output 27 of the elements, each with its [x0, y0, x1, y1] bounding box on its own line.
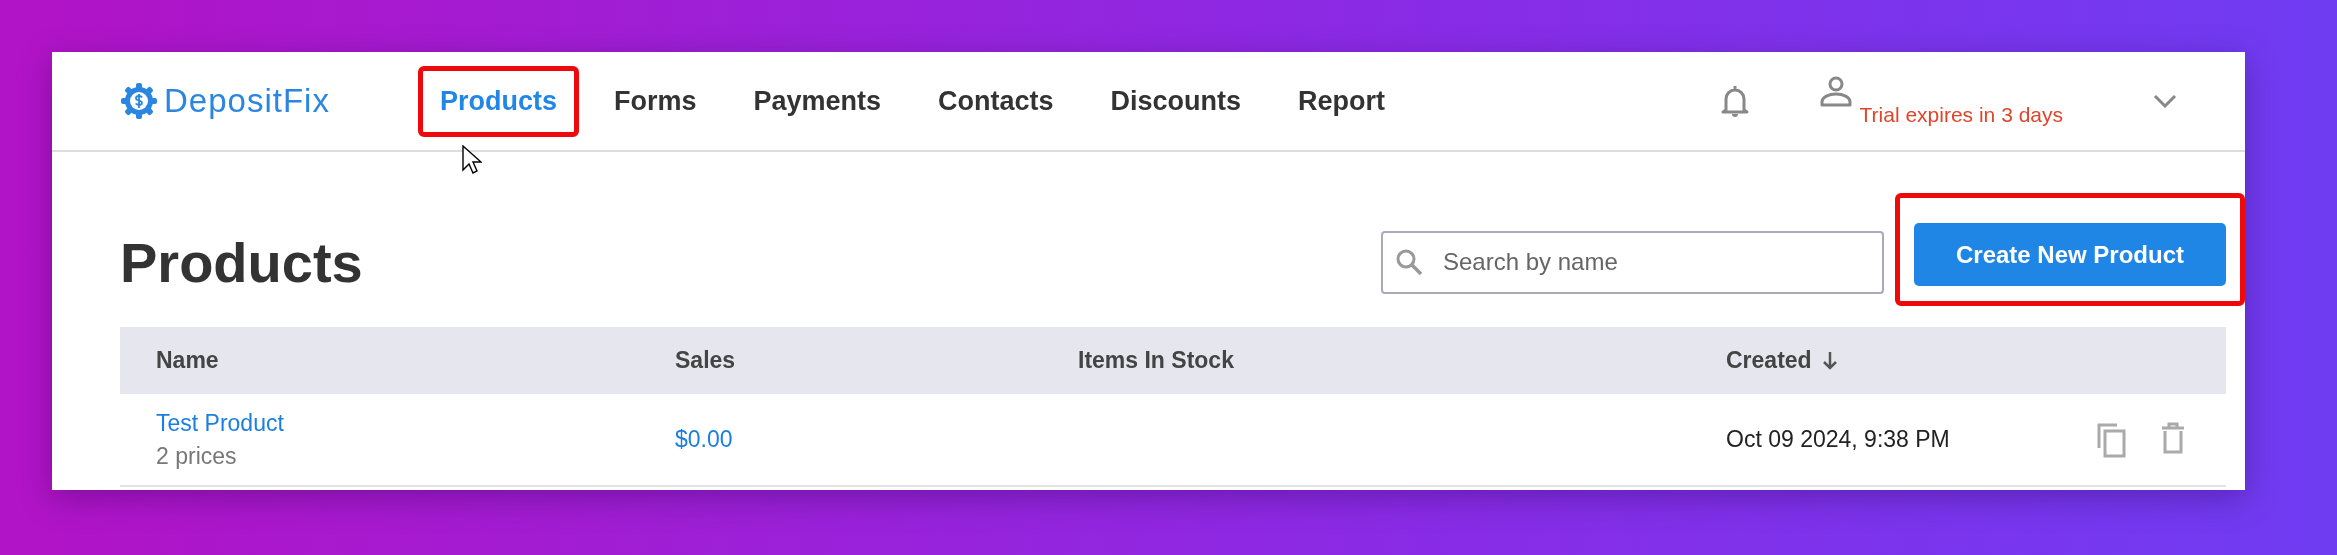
gear-dollar-icon [120, 82, 158, 120]
logo-text: DepositFix [164, 82, 330, 120]
column-header[interactable]: Created [1690, 347, 2060, 374]
nav-tab[interactable]: Report [1284, 83, 1400, 119]
mouse-pointer-icon [462, 145, 482, 175]
search-field[interactable]: Search by name [1381, 230, 1884, 294]
column-header[interactable]: Sales [639, 347, 1042, 374]
user-icon[interactable] [1819, 75, 1852, 107]
bell-icon[interactable] [1719, 84, 1750, 118]
page-title: Products [120, 229, 364, 295]
nav-tab[interactable]: Discounts [1096, 83, 1256, 119]
create-product-button[interactable]: Create New Product [1914, 223, 2226, 286]
trial-notice: Trial expires in 3 days [1859, 103, 2063, 127]
search-icon [1395, 247, 1423, 276]
nav-tab[interactable]: Contacts [924, 83, 1068, 119]
nav-tab[interactable]: Products [425, 83, 571, 119]
nav-tab[interactable]: Payments [739, 83, 896, 119]
product-name-link[interactable]: Test Product [156, 409, 639, 437]
created-date: Oct 09 2024, 9:38 PM [1725, 426, 1951, 453]
column-header[interactable]: Items In Stock [1042, 347, 1690, 374]
trash-icon[interactable] [2160, 421, 2186, 454]
chevron-down-icon[interactable] [2153, 94, 2177, 108]
column-header[interactable]: Name [120, 347, 639, 374]
copy-icon[interactable] [2096, 421, 2126, 458]
nav-tab[interactable]: Forms [599, 83, 711, 119]
sales-link[interactable]: $0.00 [675, 426, 1042, 453]
price-count: 2 prices [156, 442, 238, 470]
